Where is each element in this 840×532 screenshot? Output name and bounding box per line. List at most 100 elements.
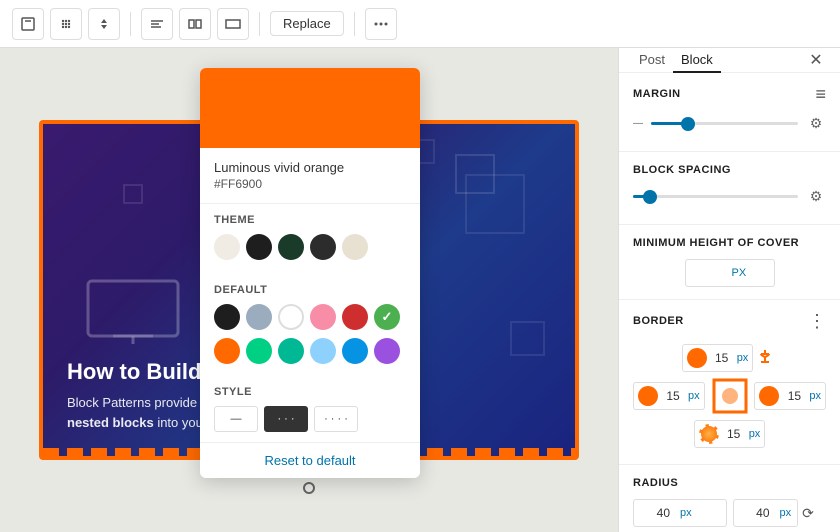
margin-thumb[interactable]	[681, 117, 695, 131]
radius-tr-group: px ⟳	[733, 499, 827, 527]
right-panel: Post Block ✕ MARGIN ≡ — ⚙ BLOCK SPACING	[618, 48, 840, 532]
border-top-row: 15 px	[633, 344, 826, 372]
tab-block[interactable]: Block	[673, 49, 721, 73]
swatch-beige[interactable]	[214, 234, 240, 260]
min-height-px-label: PX	[726, 267, 753, 279]
default-swatches-row2	[214, 338, 406, 364]
divider1	[130, 12, 131, 36]
border-bottom-value: 15	[723, 427, 745, 441]
swatch-black[interactable]	[246, 234, 272, 260]
border-right-color[interactable]	[759, 386, 779, 406]
border-left-input[interactable]: 15 px	[633, 382, 705, 410]
spacing-thumb[interactable]	[643, 190, 657, 204]
color-name: Luminous vivid orange	[214, 160, 406, 175]
spacing-title: BLOCK SPACING	[633, 164, 731, 176]
fullwidth-button[interactable]	[217, 8, 249, 40]
border-title: Border	[633, 315, 684, 327]
margin-small-icon: —	[633, 118, 643, 129]
border-visual-container: 15 px 15 px	[633, 340, 826, 452]
indicator-dot	[303, 482, 315, 494]
swatch-vivid-green[interactable]	[278, 338, 304, 364]
block-spacing-section: BLOCK SPACING ⚙	[619, 152, 840, 225]
swatch-green[interactable]	[374, 304, 400, 330]
border-left-px: px	[684, 390, 704, 402]
color-preview	[200, 68, 420, 148]
replace-button[interactable]: Replace	[270, 11, 344, 36]
color-picker-popup: Luminous vivid orange #FF6900 THEME DEFA…	[200, 68, 420, 478]
min-height-header: MINIMUM HEIGHT OF COVER	[633, 237, 826, 249]
swatch-dark-gray[interactable]	[310, 234, 336, 260]
style-label: STYLE	[214, 386, 406, 398]
border-bottom-color[interactable]	[699, 424, 719, 444]
style-dashed[interactable]: · · ·	[264, 406, 308, 432]
radius-tr-field[interactable]	[734, 506, 774, 520]
min-height-section: MINIMUM HEIGHT OF COVER PX	[619, 225, 840, 300]
min-height-title: MINIMUM HEIGHT OF COVER	[633, 237, 799, 249]
swatch-red[interactable]	[342, 304, 368, 330]
radius-tr-input[interactable]: px	[733, 499, 799, 527]
swatch-purple[interactable]	[374, 338, 400, 364]
layout-button[interactable]	[179, 8, 211, 40]
border-top-value: 15	[711, 351, 733, 365]
color-info: Luminous vivid orange #FF6900	[200, 148, 420, 204]
swatch-gray-blue[interactable]	[246, 304, 272, 330]
theme-label: THEME	[214, 214, 406, 226]
spacing-slider-row: ⚙	[633, 186, 826, 206]
spacing-settings-icon[interactable]: ⚙	[806, 186, 826, 206]
radius-link-icon[interactable]: ⟳	[802, 505, 814, 522]
swatch-light-blue[interactable]	[310, 338, 336, 364]
min-height-input[interactable]	[686, 266, 726, 280]
margin-title: MARGIN	[633, 88, 681, 100]
more-options-button[interactable]	[365, 8, 397, 40]
swatch-light-beige[interactable]	[342, 234, 368, 260]
transform-button[interactable]	[12, 8, 44, 40]
style-dotted[interactable]: · · · ·	[314, 406, 358, 432]
cover-indicator	[303, 476, 315, 500]
monitor-icon	[83, 276, 183, 346]
move-updown-button[interactable]	[88, 8, 120, 40]
swatch-blue[interactable]	[342, 338, 368, 364]
border-left-color[interactable]	[638, 386, 658, 406]
swatch-white[interactable]	[278, 304, 304, 330]
radius-tl-input[interactable]: px	[633, 499, 727, 527]
swatch-green-cyan[interactable]	[246, 338, 272, 364]
margin-settings-icon[interactable]: ⚙	[806, 113, 826, 133]
border-top-px: px	[733, 352, 753, 364]
radius-tl-px: px	[674, 507, 698, 519]
border-bottom-input[interactable]: 15 px	[694, 420, 766, 448]
border-bracket-visual	[710, 376, 750, 416]
border-right-input[interactable]: 15 px	[754, 382, 826, 410]
reset-button[interactable]: Reset to default	[200, 442, 420, 478]
close-panel-button[interactable]: ✕	[804, 48, 828, 72]
border-header: Border ⋮	[633, 312, 826, 330]
default-section: DEFAULT	[200, 274, 420, 378]
swatch-pale-pink[interactable]	[310, 304, 336, 330]
toolbar: Replace	[0, 0, 840, 48]
border-top-color[interactable]	[687, 348, 707, 368]
border-menu-icon[interactable]: ⋮	[808, 312, 826, 330]
tab-post[interactable]: Post	[631, 49, 673, 73]
swatch-black2[interactable]	[214, 304, 240, 330]
margin-slider-row: — ⚙	[633, 113, 826, 133]
style-options: — · · · · · · ·	[214, 406, 406, 432]
align-button[interactable]	[141, 8, 173, 40]
style-solid[interactable]: —	[214, 406, 258, 432]
style-section: STYLE — · · · · · · ·	[200, 378, 420, 442]
swatch-dark-green[interactable]	[278, 234, 304, 260]
spacing-track[interactable]	[633, 195, 798, 198]
margin-track[interactable]	[651, 122, 798, 125]
border-top-input[interactable]: 15 px	[682, 344, 754, 372]
border-link-top[interactable]	[753, 344, 777, 372]
drag-button[interactable]	[50, 8, 82, 40]
radius-tr-px: px	[774, 507, 798, 519]
color-hex: #FF6900	[214, 177, 406, 191]
border-section: Border ⋮ 15 px	[619, 300, 840, 465]
margin-menu-icon[interactable]: ≡	[815, 85, 826, 103]
divider2	[259, 12, 260, 36]
min-height-input-group: PX	[685, 259, 775, 287]
radius-tl-field[interactable]	[634, 506, 674, 520]
swatch-orange[interactable]	[214, 338, 240, 364]
border-left-value: 15	[662, 389, 684, 403]
border-link-icon	[757, 348, 773, 368]
radius-grid: px px ⟳ px px	[633, 499, 826, 532]
